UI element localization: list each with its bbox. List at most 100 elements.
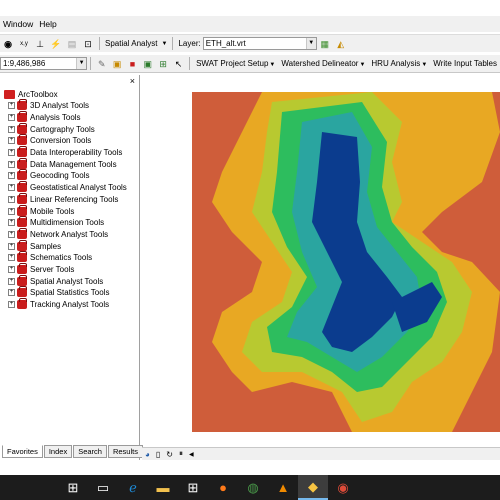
toolbox-item-label: Multidimension Tools [30,218,105,228]
scroll-left-icon[interactable]: ◀ [189,451,194,458]
globe-icon[interactable]: ◕ [145,450,150,459]
expand-icon[interactable]: + [8,172,15,180]
toolbox-item-label: Conversion Tools [30,136,92,146]
toolbox-item[interactable]: + Spatial Statistics Tools [4,286,140,299]
watershed-delineator-menu[interactable]: Watershed Delineator▼ [281,59,365,68]
file-explorer-icon[interactable]: ▬ [148,475,178,500]
spatial-analyst-menu[interactable]: Spatial Analyst [105,39,157,48]
toolbox-item[interactable]: + Linear Referencing Tools [4,192,140,206]
expand-icon[interactable]: + [8,137,15,145]
arctoolbox-icon[interactable]: ■ [127,58,138,70]
toolbox-icon [17,251,27,263]
swat-project-setup-menu[interactable]: SWAT Project Setup▼ [196,59,275,68]
task-view-icon[interactable]: ▭ [88,475,118,500]
toolbox-icon [17,216,27,228]
chevron-down-icon[interactable]: ▼ [161,38,168,50]
expand-icon[interactable]: + [8,301,15,309]
close-icon[interactable]: × [130,76,135,86]
layer-select[interactable]: ETH_alt.vrt ▼ [202,37,317,50]
toolbox-tabs: Favorites Index Search Results [2,445,144,458]
editor-icon[interactable]: ✎ [96,58,107,70]
map-scale-select[interactable]: 1:9,486,986 ▼ [0,57,88,70]
tab-results[interactable]: Results [107,445,143,458]
toolbox-item[interactable]: + Schematics Tools [4,251,140,264]
toolbox-item[interactable]: + Geocoding Tools [4,169,140,182]
hru-analysis-menu[interactable]: HRU Analysis▼ [371,59,427,68]
expand-icon[interactable]: + [8,102,15,110]
toolbox-item[interactable]: + Data Management Tools [4,157,140,170]
hyperlink-icon[interactable]: ⚡ [50,38,62,50]
map-view[interactable] [142,75,500,445]
expand-icon[interactable]: + [8,149,15,157]
menu-window[interactable]: Window [0,19,36,29]
expand-icon[interactable]: + [8,265,15,273]
toolbar-divider [172,37,174,50]
tab-index[interactable]: Index [43,445,73,458]
refresh-icon[interactable]: ↻ [166,450,173,459]
toolbox-item-label: Cartography Tools [30,124,95,134]
toolbox-item[interactable]: + Server Tools [4,262,140,276]
measure-icon[interactable]: ⊥ [34,38,46,50]
expand-icon[interactable]: + [8,207,15,215]
expand-icon[interactable]: + [8,184,15,192]
toolbox-item[interactable]: + Cartography Tools [4,122,140,135]
toolbox-icon [17,192,27,204]
histogram-icon[interactable]: ▦ [319,38,331,50]
toolbox-item[interactable]: + Multidimension Tools [4,216,140,229]
binoculars-icon[interactable]: ◉ [2,38,14,50]
toolbox-item[interactable]: + Mobile Tools [4,204,140,217]
firefox-icon[interactable]: ● [208,475,238,500]
toolbox-item[interactable]: + Data Interoperability Tools [4,146,140,159]
expand-icon[interactable]: + [8,289,15,297]
arcmap-icon[interactable]: ◆ [298,475,328,500]
toolbox-item[interactable]: + Spatial Analyst Tools [4,274,140,287]
windows-start-icon[interactable]: ⊞ [58,475,88,500]
expand-icon[interactable]: + [8,160,15,168]
globe-app-icon[interactable]: ◍ [238,475,268,500]
catalog-icon[interactable]: ▣ [111,58,122,70]
chevron-down-icon[interactable]: ▼ [76,58,87,69]
help-pointer-icon[interactable]: ↖ [173,58,184,70]
pause-drawing-icon[interactable]: ⏸ [179,449,183,459]
xy-go-to-icon[interactable]: x,y [18,38,30,50]
toolbox-icon [17,286,27,298]
toolbox-item-label: Analysis Tools [30,113,81,123]
edge-icon[interactable]: ℯ [118,475,148,500]
toolbox-item[interactable]: + Geostatistical Analyst Tools [4,181,140,194]
toolbox-item-label: Geocoding Tools [30,171,90,181]
time-slider-icon[interactable]: ⊡ [82,38,94,50]
modelbuilder-icon[interactable]: ⊞ [157,58,168,70]
chevron-down-icon[interactable]: ▼ [305,38,316,49]
chrome-icon[interactable]: ◉ [328,475,358,500]
python-icon[interactable]: ▣ [142,58,153,70]
tab-search[interactable]: Search [73,445,107,458]
expand-icon[interactable]: + [8,230,15,238]
expand-icon[interactable]: + [8,195,15,203]
expand-icon[interactable]: + [8,254,15,262]
expand-icon[interactable]: + [8,242,15,250]
toolbox-item[interactable]: + Network Analyst Tools [4,227,140,241]
toolbox-item[interactable]: + Samples [4,239,140,252]
vlc-icon[interactable]: ▲ [268,475,298,500]
tab-favorites[interactable]: Favorites [2,445,43,458]
expand-icon[interactable]: + [8,125,15,133]
expand-icon[interactable]: + [8,114,15,122]
toolbox-item[interactable]: + Analysis Tools [4,111,140,124]
toolbox-item[interactable]: + Tracking Analyst Tools [4,298,140,311]
expand-icon[interactable]: + [8,219,15,227]
toolbox-item[interactable]: + Conversion Tools [4,134,140,147]
toolbar-divider [99,37,100,50]
layout-view-icon[interactable]: ▯ [156,450,160,459]
toolbox-icon [17,262,27,274]
toolbox-item[interactable]: +3D Analyst Tools [4,99,140,112]
expand-icon[interactable]: + [8,277,15,285]
toolbox-icon [17,146,27,158]
write-input-tables-menu[interactable]: Write Input Tables [433,59,497,68]
html-popup-icon[interactable]: ▤ [66,38,78,50]
toolbox-item-label: Mobile Tools [30,206,75,216]
contour-icon[interactable]: ◭ [335,38,347,50]
menu-help[interactable]: Help [36,19,59,29]
store-icon[interactable]: ⊞ [178,475,208,500]
tree-root-arctoolbox[interactable]: ArcToolbox [4,89,140,100]
toolbox-icon [17,204,27,216]
